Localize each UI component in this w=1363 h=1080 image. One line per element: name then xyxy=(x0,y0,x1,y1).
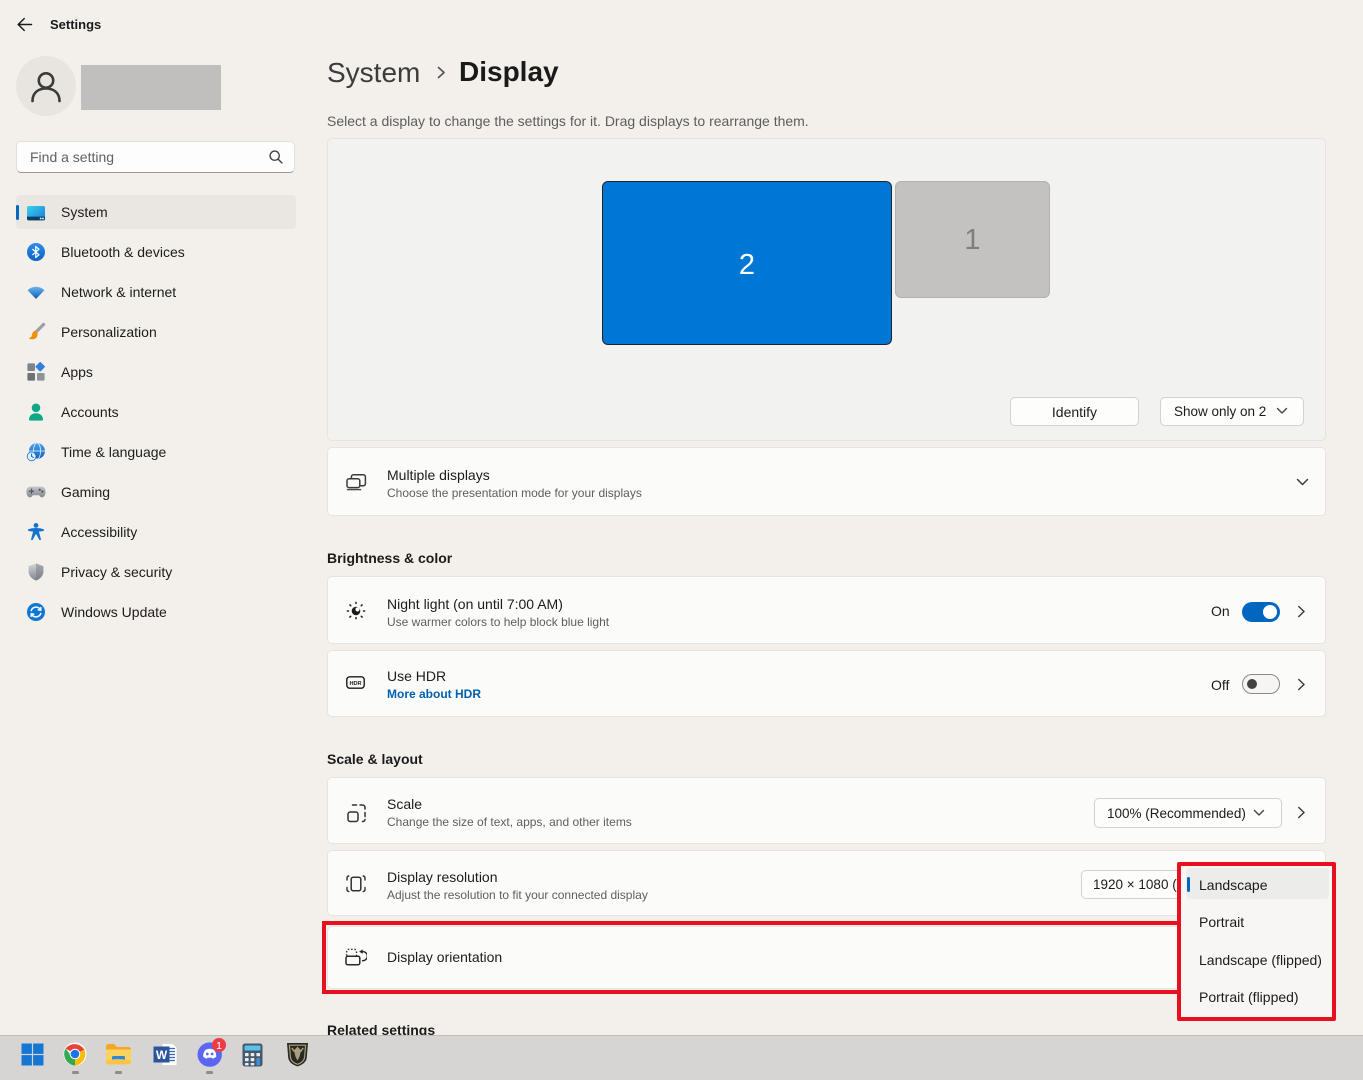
svg-text:W: W xyxy=(156,1048,168,1062)
svg-text:1: 1 xyxy=(216,1040,222,1052)
svg-text:HDR: HDR xyxy=(349,681,361,687)
